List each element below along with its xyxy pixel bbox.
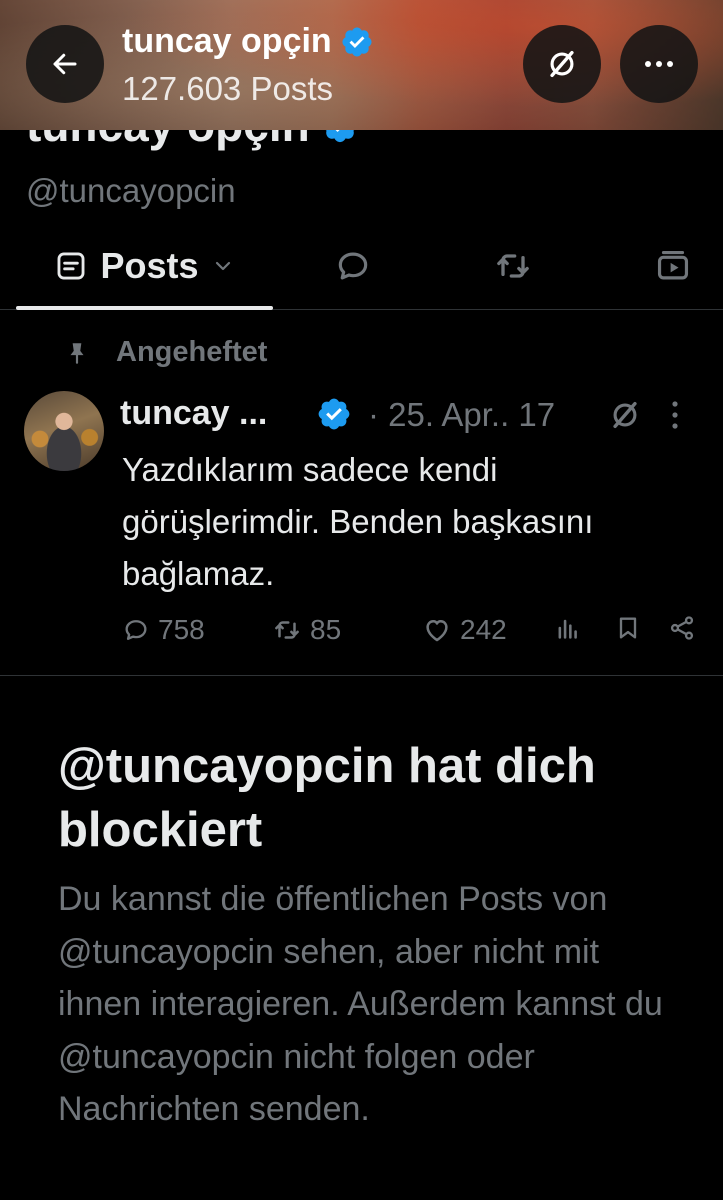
- chevron-down-icon: [211, 254, 235, 278]
- tab-media[interactable]: [630, 222, 716, 310]
- grok-icon: [545, 47, 579, 81]
- views-button[interactable]: [554, 614, 582, 642]
- posts-icon: [54, 249, 88, 283]
- replies-icon: [334, 247, 372, 285]
- header-post-count: 127.603 Posts: [122, 70, 333, 107]
- tab-replies[interactable]: [310, 222, 396, 310]
- post-date[interactable]: · 25. Apr.. 17: [368, 396, 555, 434]
- more-options-button[interactable]: [620, 25, 698, 103]
- profile-header-bar: tuncay opçin 127.603 Posts: [0, 0, 723, 130]
- arrow-left-icon: [50, 49, 80, 79]
- active-tab-indicator: [16, 306, 273, 310]
- post-actions: 758 85 242: [122, 614, 702, 658]
- repost-count: 85: [310, 614, 342, 645]
- heart-icon: [422, 615, 452, 645]
- more-horizontal-icon: [642, 59, 676, 69]
- pinned-indicator: Angeheftet: [64, 336, 267, 369]
- avatar[interactable]: [24, 391, 104, 471]
- like-button[interactable]: 242: [422, 614, 507, 646]
- tab-posts[interactable]: Posts: [16, 222, 273, 310]
- media-icon: [654, 247, 692, 285]
- profile-tabs: Posts: [0, 222, 723, 310]
- more-vertical-icon[interactable]: [670, 398, 680, 432]
- bookmark-button[interactable]: [614, 614, 642, 642]
- repost-button[interactable]: 85: [272, 614, 341, 646]
- bookmark-icon: [614, 614, 642, 642]
- pinned-label: Angeheftet: [116, 336, 268, 368]
- post-header: tuncay ... · 25. Apr.. 17: [120, 392, 710, 440]
- blocked-title: @tuncayopcin hat dich blockiert: [58, 739, 596, 857]
- reply-button[interactable]: 758: [122, 614, 205, 646]
- post-text: Yazdıklarım sadece kendi görüşlerimdir. …: [122, 451, 594, 592]
- header-title: tuncay opçin: [122, 22, 374, 61]
- tab-reposts[interactable]: [470, 222, 556, 310]
- grok-icon[interactable]: [608, 398, 642, 432]
- pin-icon: [64, 340, 90, 366]
- verified-badge-icon: [340, 25, 374, 59]
- post-author-name[interactable]: tuncay ...: [120, 394, 267, 433]
- repost-icon: [272, 615, 302, 645]
- grok-button[interactable]: [523, 25, 601, 103]
- profile-handle: @tuncayopcin: [26, 172, 236, 209]
- blocked-description: Du kannst die öffentlichen Posts von @tu…: [58, 880, 663, 1128]
- reply-icon: [122, 616, 150, 644]
- like-count: 242: [460, 614, 507, 645]
- analytics-icon: [554, 614, 582, 642]
- share-button[interactable]: [668, 614, 696, 642]
- back-button[interactable]: [26, 25, 104, 103]
- reply-count: 758: [158, 614, 205, 645]
- tab-posts-label: Posts: [100, 245, 199, 286]
- header-name: tuncay opçin: [122, 22, 332, 60]
- share-icon: [668, 614, 696, 642]
- verified-badge-icon: [316, 396, 352, 432]
- divider: [0, 675, 723, 676]
- reposts-icon: [493, 246, 533, 286]
